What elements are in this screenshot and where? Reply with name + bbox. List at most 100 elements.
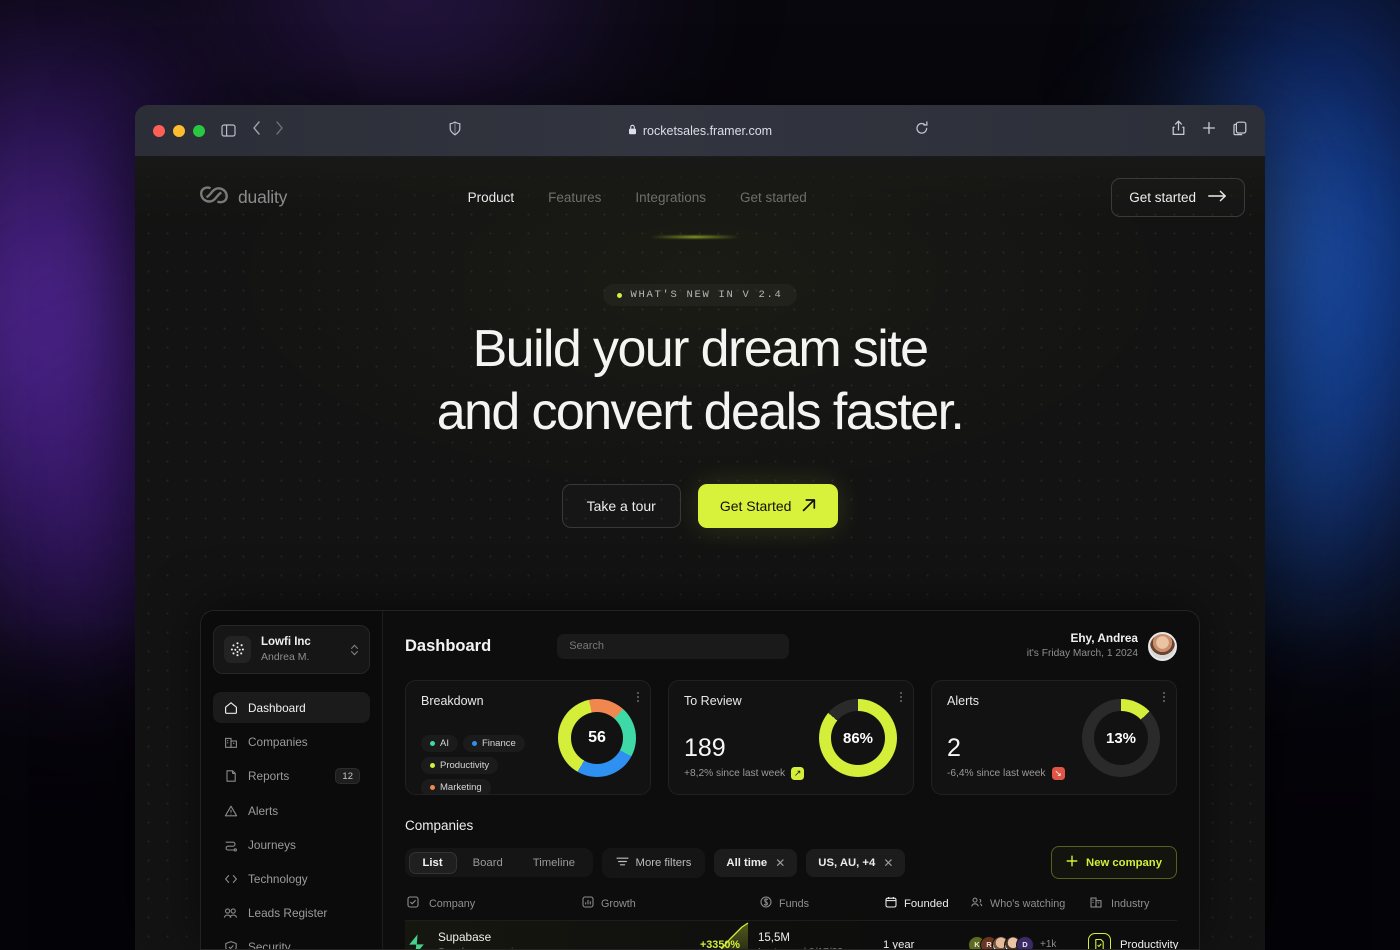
legend-dot-productivity <box>430 763 435 769</box>
to-review-percent: 86% <box>842 729 874 747</box>
org-user: Andrea M. <box>261 650 310 663</box>
sidebar-label-companies: Companies <box>248 734 308 749</box>
stat-cards: Breakdown 56 AI Finance Productivity Mar… <box>405 680 1177 796</box>
legend-item-ai[interactable]: AI <box>421 735 458 753</box>
nav-link-get-started[interactable]: Get started <box>740 190 807 205</box>
reports-count-badge: 12 <box>335 768 360 785</box>
users-icon <box>970 896 983 911</box>
nav-link-product[interactable]: Product <box>468 190 515 205</box>
sidebar-item-reports[interactable]: Reports 12 <box>213 760 370 792</box>
sidebar-item-dashboard[interactable]: Dashboard <box>213 692 370 724</box>
nav-get-started-button[interactable]: Get started <box>1111 177 1245 217</box>
chevron-updown-icon[interactable] <box>350 643 359 657</box>
column-founded[interactable]: Founded <box>885 896 970 911</box>
checkbox-icon[interactable] <box>407 896 419 911</box>
shield-icon[interactable] <box>449 120 461 141</box>
row-funds-cell: 15,5M Last round 9/17/23 <box>758 930 883 949</box>
sidebar-toggle-icon[interactable] <box>221 124 236 137</box>
sidebar-item-leads-register[interactable]: Leads Register <box>213 897 370 928</box>
tab-timeline[interactable]: Timeline <box>519 852 589 874</box>
user-profile[interactable]: Ehy, Andrea it's Friday March, 1 2024 <box>1027 631 1177 661</box>
to-review-donut-chart: 86% <box>819 699 897 778</box>
sidebar-item-security[interactable]: Security <box>213 931 370 949</box>
minimize-window-button[interactable] <box>173 124 185 137</box>
column-company[interactable]: Company <box>407 896 582 911</box>
legend-item-productivity[interactable]: Productivity <box>421 757 499 775</box>
filter-regions-label: US, AU, +4 <box>818 856 876 869</box>
hero-headline: Build your dream site and convert deals … <box>135 323 1265 438</box>
get-started-button[interactable]: Get Started <box>697 484 839 528</box>
tabs-icon[interactable] <box>1233 121 1247 141</box>
column-whos-watching[interactable]: Who's watching <box>970 896 1090 911</box>
warning-icon <box>223 803 238 818</box>
nav-link-integrations[interactable]: Integrations <box>635 190 706 205</box>
avatar[interactable] <box>1148 631 1177 661</box>
more-filters-label: More filters <box>635 856 692 869</box>
row-industry: Productivity <box>1088 933 1178 949</box>
back-icon[interactable] <box>252 121 261 140</box>
org-logo-icon <box>224 636 251 664</box>
breakdown-legend: AI Finance Productivity Marketing <box>421 735 551 795</box>
alerts-menu-icon[interactable] <box>1163 692 1165 703</box>
org-switcher[interactable]: Lowfi Inc Andrea M. <box>213 625 370 675</box>
close-icon[interactable]: ✕ <box>883 856 893 870</box>
filter-all-time[interactable]: All time ✕ <box>714 848 798 877</box>
legend-dot-finance <box>471 741 477 747</box>
close-icon[interactable]: ✕ <box>775 856 785 870</box>
whats-new-badge[interactable]: WHAT'S NEW IN V 2.4 <box>603 284 796 306</box>
maximize-window-button[interactable] <box>193 124 205 137</box>
tab-list[interactable]: List <box>408 851 457 874</box>
hero-section: WHAT'S NEW IN V 2.4 Build your dream sit… <box>135 237 1265 528</box>
forward-icon[interactable] <box>275 121 284 140</box>
legend-label-marketing: Marketing <box>440 782 482 794</box>
sidebar-item-journeys[interactable]: Journeys <box>213 829 370 860</box>
to-review-menu-icon[interactable] <box>900 692 902 703</box>
search-input[interactable] <box>557 633 790 659</box>
window-controls[interactable] <box>153 124 205 137</box>
sidebar-label-dashboard: Dashboard <box>248 700 306 715</box>
avatar-stack: K R D +1k <box>968 935 1088 949</box>
code-icon <box>223 871 238 886</box>
column-whos-watching-label: Who's watching <box>990 897 1066 910</box>
website-viewport: duality Product Features Integrations Ge… <box>135 157 1265 950</box>
row-company-desc: Supabase uses innovative A <box>438 946 550 949</box>
take-a-tour-button[interactable]: Take a tour <box>561 484 681 528</box>
nav-link-features[interactable]: Features <box>548 190 601 205</box>
sidebar-item-alerts[interactable]: Alerts <box>213 795 370 826</box>
legend-item-finance[interactable]: Finance <box>462 735 525 753</box>
nav-cta-label: Get started <box>1129 189 1196 205</box>
url-text: rocketsales.framer.com <box>642 123 773 138</box>
tab-board[interactable]: Board <box>459 852 517 874</box>
document-check-icon <box>1088 933 1111 949</box>
table-row[interactable]: Supabase Supabase uses innovative A <box>405 921 1178 950</box>
row-watchers[interactable]: K R D +1k <box>968 935 1088 949</box>
filter-regions[interactable]: US, AU, +4 ✕ <box>806 848 906 877</box>
legend-label-productivity: Productivity <box>440 760 490 772</box>
breakdown-menu-icon[interactable] <box>637 692 639 703</box>
arrow-up-right-icon <box>802 498 816 515</box>
share-icon[interactable] <box>1172 120 1185 141</box>
column-founded-label: Founded <box>904 897 949 910</box>
plus-icon[interactable] <box>1202 121 1216 140</box>
filter-all-time-label: All time <box>726 856 768 869</box>
column-industry[interactable]: Industry <box>1090 896 1175 911</box>
new-company-button[interactable]: New company <box>1051 846 1177 880</box>
user-date: it's Friday March, 1 2024 <box>1026 647 1138 659</box>
alerts-delta-text: -6,4% since last week <box>947 768 1046 780</box>
browser-nav-buttons[interactable] <box>252 121 284 140</box>
brand-logo[interactable]: duality <box>199 184 287 211</box>
address-bar[interactable]: rocketsales.framer.com <box>135 124 1265 138</box>
reload-icon[interactable] <box>915 120 929 141</box>
more-filters-button[interactable]: More filters <box>601 847 706 878</box>
site-navbar: duality Product Features Integrations Ge… <box>135 157 1265 237</box>
column-funds[interactable]: Funds <box>760 896 885 911</box>
sidebar-item-companies[interactable]: Companies <box>213 726 370 757</box>
column-growth[interactable]: Growth <box>582 896 760 911</box>
breakdown-card: Breakdown 56 AI Finance Productivity Mar… <box>405 680 651 796</box>
close-window-button[interactable] <box>153 124 165 137</box>
org-name: Lowfi Inc <box>261 636 311 648</box>
legend-item-marketing[interactable]: Marketing <box>421 779 491 795</box>
sidebar-item-technology[interactable]: Technology <box>213 863 370 894</box>
sidebar-label-technology: Technology <box>248 871 308 886</box>
row-founded: 1 year <box>883 938 915 950</box>
